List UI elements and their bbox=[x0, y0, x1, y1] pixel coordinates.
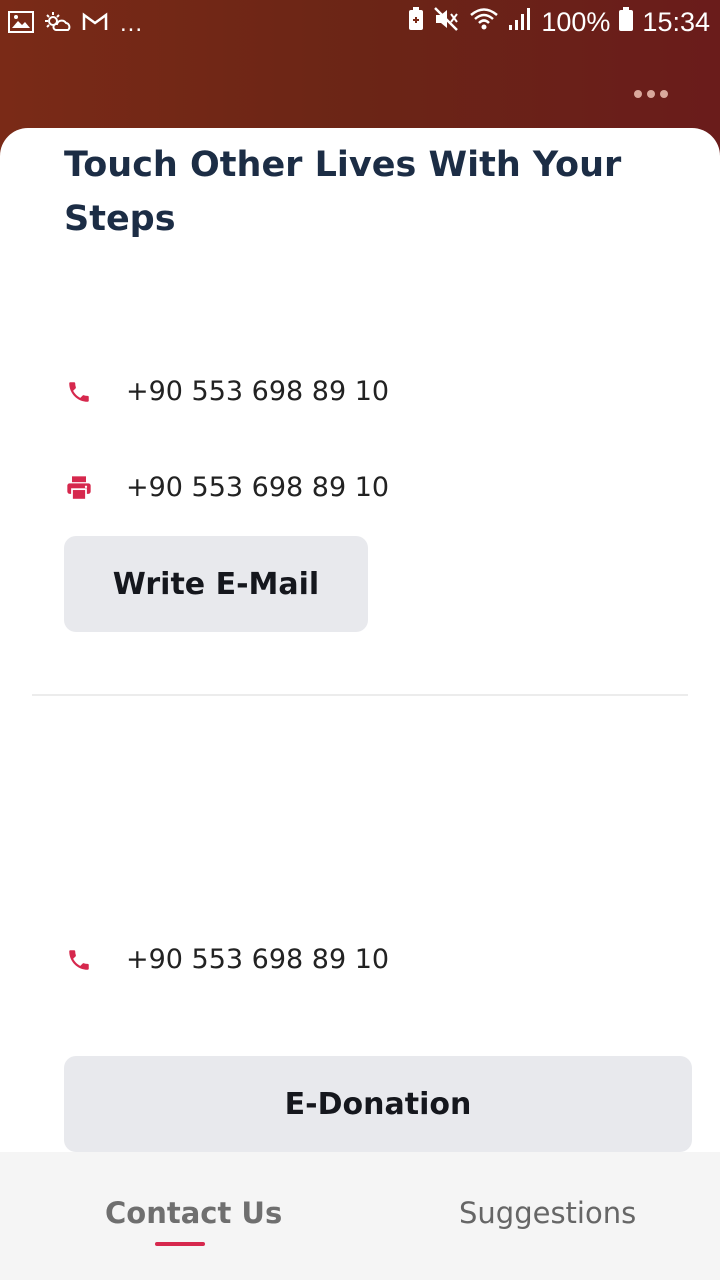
status-right: 100% 15:34 bbox=[407, 6, 710, 39]
content-card: Touch Other Lives With Your Steps +90 55… bbox=[0, 128, 720, 1152]
signal-icon bbox=[507, 7, 533, 38]
phone-number: +90 553 698 89 10 bbox=[126, 376, 390, 407]
wifi-icon bbox=[469, 7, 499, 38]
mute-icon bbox=[433, 6, 461, 39]
notification-overflow: ... bbox=[120, 10, 144, 37]
gmail-icon bbox=[82, 12, 108, 37]
battery-percent: 100% bbox=[541, 7, 611, 37]
write-email-button[interactable]: Write E-Mail bbox=[64, 536, 368, 632]
donation-phone-number: +90 553 698 89 10 bbox=[126, 944, 390, 975]
printer-icon bbox=[64, 473, 94, 503]
status-left: ... bbox=[8, 10, 143, 38]
phone-icon bbox=[64, 377, 94, 407]
fax-row[interactable]: +90 553 698 89 10 bbox=[64, 472, 389, 503]
battery-saver-icon bbox=[407, 6, 425, 39]
weather-icon bbox=[44, 11, 72, 38]
e-donation-button[interactable]: E-Donation bbox=[64, 1056, 692, 1152]
tab-contact-us[interactable]: Contact Us bbox=[105, 1196, 282, 1230]
fax-number: +90 553 698 89 10 bbox=[126, 472, 390, 503]
tab-suggestions[interactable]: Suggestions bbox=[459, 1196, 636, 1230]
more-horizontal-icon[interactable] bbox=[634, 90, 668, 98]
battery-icon bbox=[618, 6, 634, 39]
image-icon bbox=[8, 10, 34, 38]
status-bar: ... 100% 15:34 bbox=[0, 0, 720, 48]
donation-phone-row[interactable]: +90 553 698 89 10 bbox=[64, 944, 389, 975]
clock: 15:34 bbox=[642, 7, 710, 37]
bottom-tab-bar: Contact Us Suggestions bbox=[0, 1152, 720, 1280]
page-title: Touch Other Lives With Your Steps bbox=[64, 145, 622, 239]
phone-row[interactable]: +90 553 698 89 10 bbox=[64, 376, 389, 407]
phone-icon bbox=[64, 945, 94, 975]
active-tab-indicator bbox=[155, 1242, 205, 1246]
section-divider bbox=[32, 694, 688, 696]
